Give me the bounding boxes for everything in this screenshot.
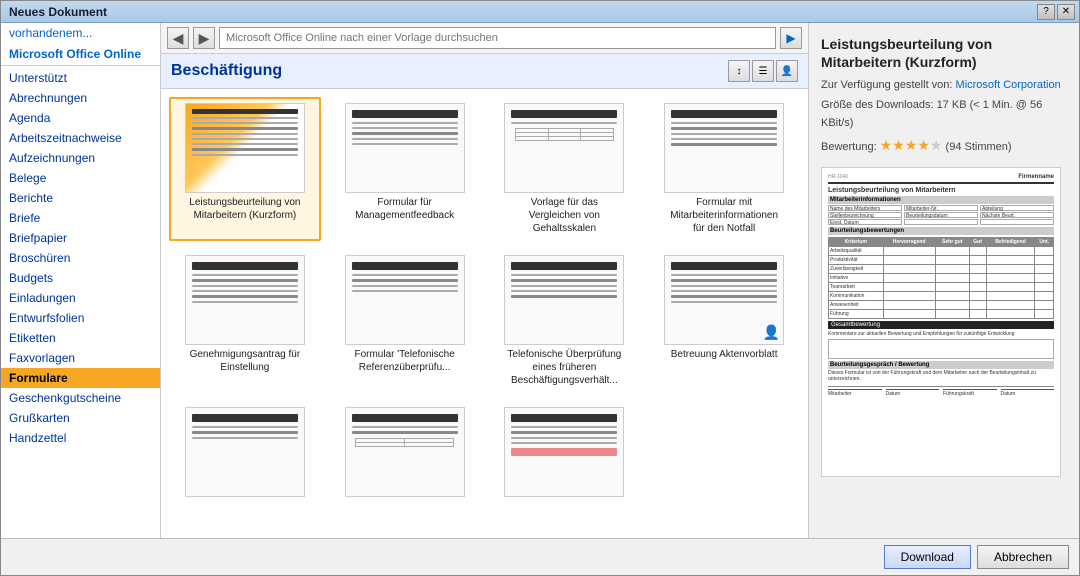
sidebar-separator — [1, 65, 160, 66]
center-panel: ◀ ▶ ▶ Beschäftigung ↕ ☰ 👤 — [161, 23, 809, 538]
sidebar-item-berichte[interactable]: Berichte — [1, 188, 160, 208]
sidebar-item-faxvorlagen[interactable]: Faxvorlagen — [1, 348, 160, 368]
category-actions: ↕ ☰ 👤 — [728, 60, 798, 82]
template-thumbnail-genehmigungsantrag — [185, 255, 305, 345]
template-label-telefonische-ueberpruefung: Telefonische Überprüfung eines früheren … — [504, 348, 624, 387]
sidebar-item-abrechnungen[interactable]: Abrechnungen — [1, 88, 160, 108]
sidebar-item-belege[interactable]: Belege — [1, 168, 160, 188]
template-thumbnail-mitarbeiternotfall — [664, 103, 784, 193]
sidebar-item-unterstuetzt[interactable]: Unterstützt — [1, 68, 160, 88]
forward-button[interactable]: ▶ — [193, 27, 215, 49]
sidebar-item-briefpapier[interactable]: Briefpapier — [1, 228, 160, 248]
template-item-betreuung[interactable]: 👤 Betreuung Aktenvorblatt — [648, 249, 800, 393]
template-item-telefonische-ueberpruefung[interactable]: Telefonische Überprüfung eines früheren … — [489, 249, 641, 393]
template-item-referenzueberpruefung[interactable]: Formular 'Telefonische Referenzüberprüfu… — [329, 249, 481, 393]
sidebar-item-arbeitszeitnachweise[interactable]: Arbeitszeitnachweise — [1, 128, 160, 148]
template-item-managementfeedback[interactable]: Formular für Managementfeedback — [329, 97, 481, 241]
navigation-toolbar: ◀ ▶ ▶ — [161, 23, 808, 54]
template-label-managementfeedback: Formular für Managementfeedback — [345, 196, 465, 222]
preview-title: Leistungsbeurteilung von Mitarbeitern (K… — [821, 35, 1067, 71]
window-title: Neues Dokument — [5, 5, 107, 19]
title-bar: Neues Dokument ? ✕ — [1, 1, 1079, 23]
person-filter-button[interactable]: 👤 — [776, 60, 798, 82]
template-thumbnail-telefonische-ueberpruefung — [504, 255, 624, 345]
person-icon: 👤 — [763, 324, 780, 341]
template-item-genehmigungsantrag[interactable]: Genehmigungsantrag für Einstellung — [169, 249, 321, 393]
template-item-gehaltsskalen[interactable]: Vorlage für das Vergleichen von Gehaltss… — [489, 97, 641, 241]
template-item-leistungsbeurteilung[interactable]: Leistungsbeurteilung von Mitarbeitern (K… — [169, 97, 321, 241]
templates-grid: Leistungsbeurteilung von Mitarbeitern (K… — [169, 97, 800, 506]
template-thumbnail-11 — [504, 407, 624, 497]
sidebar-item-entwurfsfolien[interactable]: Entwurfsfolien — [1, 308, 160, 328]
templates-area[interactable]: Leistungsbeurteilung von Mitarbeitern (K… — [161, 89, 808, 538]
sidebar-item-etiketten[interactable]: Etiketten — [1, 328, 160, 348]
template-item-mitarbeiternotfall[interactable]: Formular mit Mitarbeiterinformationen fü… — [648, 97, 800, 241]
provider-link[interactable]: Microsoft Corporation — [956, 79, 1061, 91]
template-label-genehmigungsantrag: Genehmigungsantrag für Einstellung — [185, 348, 305, 374]
category-header: Beschäftigung ↕ ☰ 👤 — [161, 54, 808, 89]
download-button[interactable]: Download — [884, 545, 971, 569]
template-label-mitarbeiternotfall: Formular mit Mitarbeiterinformationen fü… — [664, 196, 784, 235]
sidebar-item-office-online[interactable]: Microsoft Office Online — [1, 43, 160, 63]
preview-image: HR-1040 Firmenname Leistungsbeurteilung … — [821, 167, 1061, 477]
template-item-10[interactable] — [329, 401, 481, 506]
bottom-bar: Download Abbrechen — [1, 538, 1079, 575]
title-bar-controls: ? ✕ — [1037, 4, 1075, 20]
template-thumbnail-betreuung: 👤 — [664, 255, 784, 345]
preview-size: Größe des Downloads: 17 KB (< 1 Min. @ 5… — [821, 97, 1067, 132]
template-thumbnail-10 — [345, 407, 465, 497]
template-label-betreuung: Betreuung Aktenvorblatt — [671, 348, 778, 361]
sidebar-item-vorhandene[interactable]: vorhandenem... — [1, 23, 160, 43]
sidebar-item-aufzeichnungen[interactable]: Aufzeichnungen — [1, 148, 160, 168]
help-button[interactable]: ? — [1037, 4, 1055, 20]
template-thumbnail-managementfeedback — [345, 103, 465, 193]
template-label-leistungsbeurteilung: Leistungsbeurteilung von Mitarbeitern (K… — [185, 196, 305, 222]
right-panel: Leistungsbeurteilung von Mitarbeitern (K… — [809, 23, 1079, 538]
main-content: vorhandenem... Microsoft Office Online U… — [1, 23, 1079, 538]
view-button[interactable]: ☰ — [752, 60, 774, 82]
cancel-button[interactable]: Abbrechen — [977, 545, 1069, 569]
template-thumbnail-9 — [185, 407, 305, 497]
sidebar-item-geschenkgutscheine[interactable]: Geschenkgutscheine — [1, 388, 160, 408]
sidebar-item-agenda[interactable]: Agenda — [1, 108, 160, 128]
sidebar-item-handzettel[interactable]: Handzettel — [1, 428, 160, 448]
preview-rating: Bewertung: ★★★★★ (94 Stimmen) — [821, 134, 1067, 157]
sort-button[interactable]: ↕ — [728, 60, 750, 82]
template-thumbnail-leistungsbeurteilung — [185, 103, 305, 193]
template-item-11[interactable] — [489, 401, 641, 506]
preview-document: HR-1040 Firmenname Leistungsbeurteilung … — [822, 168, 1060, 476]
template-item-9[interactable] — [169, 401, 321, 506]
stars-empty: ★ — [930, 137, 943, 153]
sidebar-item-einladungen[interactable]: Einladungen — [1, 288, 160, 308]
template-label-gehaltsskalen: Vorlage für das Vergleichen von Gehaltss… — [504, 196, 624, 235]
template-thumbnail-referenzueberpruefung — [345, 255, 465, 345]
category-title: Beschäftigung — [171, 62, 282, 80]
sidebar-item-formulare[interactable]: Formulare — [1, 368, 160, 388]
sidebar-scroll[interactable]: vorhandenem... Microsoft Office Online U… — [1, 23, 160, 538]
sidebar: vorhandenem... Microsoft Office Online U… — [1, 23, 161, 538]
preview-provider: Zur Verfügung gestellt von: Microsoft Co… — [821, 77, 1067, 95]
window: Neues Dokument ? ✕ vorhandenem... Micros… — [0, 0, 1080, 576]
template-thumbnail-gehaltsskalen — [504, 103, 624, 193]
sidebar-item-broschueren[interactable]: Broschüren — [1, 248, 160, 268]
close-button[interactable]: ✕ — [1057, 4, 1075, 20]
sidebar-item-briefe[interactable]: Briefe — [1, 208, 160, 228]
search-go-button[interactable]: ▶ — [780, 27, 802, 49]
search-input[interactable] — [219, 27, 776, 49]
sidebar-item-grusskarten[interactable]: Grußkarten — [1, 408, 160, 428]
template-label-referenzueberpruefung: Formular 'Telefonische Referenzüberprüfu… — [345, 348, 465, 374]
sidebar-item-budgets[interactable]: Budgets — [1, 268, 160, 288]
back-button[interactable]: ◀ — [167, 27, 189, 49]
stars-full: ★★★★ — [880, 137, 930, 153]
